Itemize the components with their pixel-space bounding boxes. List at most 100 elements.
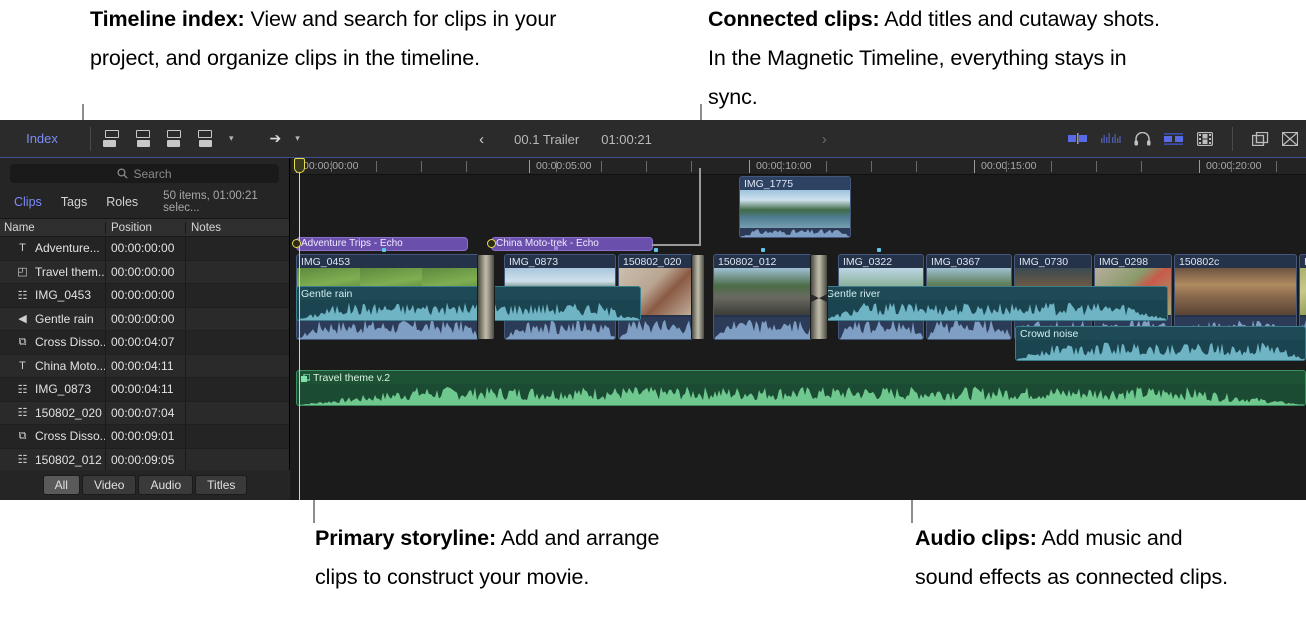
- index-row-name: 150802_020: [35, 405, 102, 420]
- clip-label: IMG_0322: [843, 256, 893, 268]
- index-row-notes: [185, 237, 289, 260]
- audio-clip[interactable]: Gentle rain: [296, 286, 641, 321]
- index-row[interactable]: ☷ 150802_012 00:00:09:05: [0, 448, 289, 472]
- index-tab-clips[interactable]: Clips: [14, 195, 42, 209]
- insert-clip-icon[interactable]: ↓: [134, 130, 153, 148]
- index-tabs: Clips Tags Roles 50 items, 01:00:21 sele…: [0, 185, 289, 218]
- clip-marker[interactable]: [877, 248, 881, 252]
- transition-clip[interactable]: [477, 254, 495, 340]
- connection-point[interactable]: [292, 239, 301, 248]
- clip-label: IMG_0367: [931, 256, 981, 268]
- final-cut-pro-timeline-window: Index ↓ ↓ ▾ ➔ ▾ ‹ 00.1 Trailer 01:00:21 …: [0, 120, 1306, 500]
- index-clip-list[interactable]: T Adventure... 00:00:00:00 ◰ Travel them... 0…: [0, 237, 289, 472]
- storyline-clip[interactable]: 150802_012: [713, 254, 819, 340]
- index-row-position: 00:00:09:01: [105, 425, 185, 448]
- timeline-index-panel: Search Clips Tags Roles 50 items, 01:00:…: [0, 158, 290, 500]
- transition-clip[interactable]: ▶◀: [810, 254, 828, 340]
- music-waveform: [297, 384, 1305, 405]
- index-row[interactable]: ◰ Travel them... 00:00:00:00: [0, 260, 289, 284]
- callout-audio-clips-title: Audio clips:: [915, 526, 1037, 550]
- connect-to-primary-storyline-icon[interactable]: [103, 130, 122, 147]
- audio-meters-icon[interactable]: [1101, 132, 1121, 146]
- ruler-tick: [749, 160, 750, 173]
- clip-marker[interactable]: [382, 248, 386, 252]
- title-clip[interactable]: China Moto-trek - Echo: [491, 237, 653, 251]
- audio-icon: ◀: [18, 313, 27, 326]
- ruler-subtick: [1096, 161, 1097, 172]
- clip-label: I...: [1300, 255, 1306, 268]
- ruler-subtick: [781, 161, 782, 172]
- video-icon: ☷: [17, 454, 28, 467]
- index-row-name: IMG_0873: [35, 382, 92, 397]
- ruler-subtick: [826, 161, 827, 172]
- ruler-subtick: [916, 161, 917, 172]
- next-project-button[interactable]: ›: [652, 131, 857, 148]
- ruler-subtick: [466, 161, 467, 172]
- clip-thumbnail: [1175, 268, 1296, 315]
- index-row-position: 00:00:00:00: [105, 307, 185, 330]
- ruler-label: 00:00:15:00: [981, 160, 1037, 172]
- index-button[interactable]: Index: [0, 131, 84, 146]
- index-row[interactable]: ☷ IMG_0453 00:00:00:00: [0, 284, 289, 308]
- callout-leader-elbow-vertical: [699, 168, 701, 246]
- index-row[interactable]: ⧉ Cross Disso... 00:00:09:01: [0, 425, 289, 449]
- filter-audio-button[interactable]: Audio: [138, 475, 194, 495]
- ruler-label: 00:00:05:00: [536, 160, 592, 172]
- audio-clip[interactable]: Crowd noise: [1015, 326, 1306, 361]
- index-row-notes: [185, 284, 289, 307]
- column-header-name[interactable]: Name: [0, 222, 105, 234]
- column-header-position[interactable]: Position: [105, 221, 185, 234]
- music-clip-label-text: Travel theme v.2: [313, 372, 391, 384]
- clip-label: Crowd noise: [1020, 328, 1079, 340]
- clip-appearance-icon[interactable]: [1068, 133, 1088, 145]
- arrow-tool-icon[interactable]: ➔: [270, 130, 282, 147]
- index-row[interactable]: T Adventure... 00:00:00:00: [0, 237, 289, 261]
- clip-marker[interactable]: [761, 248, 765, 252]
- timeline-canvas[interactable]: 00:00:00:0000:00:05:0000:00:10:0000:00:1…: [291, 158, 1306, 500]
- overwrite-clip-icon[interactable]: [196, 130, 215, 147]
- connection-point[interactable]: [487, 239, 496, 248]
- filter-all-button[interactable]: All: [42, 475, 80, 495]
- clip-marker[interactable]: [554, 246, 558, 250]
- index-row[interactable]: ⧉ Cross Disso... 00:00:04:07: [0, 331, 289, 355]
- filmstrip-icon[interactable]: [1197, 132, 1213, 146]
- music-clip-icon: [301, 373, 310, 382]
- music-clip[interactable]: Travel theme v.2: [296, 370, 1306, 406]
- playhead[interactable]: [294, 158, 305, 500]
- filter-video-button[interactable]: Video: [81, 475, 137, 495]
- ruler-subtick: [1231, 161, 1232, 172]
- title-icon: T: [19, 242, 26, 255]
- clip-label: Gentle river: [826, 288, 881, 300]
- connected-cutaway-clip[interactable]: IMG_1775: [739, 176, 851, 238]
- timeline-ruler[interactable]: 00:00:00:0000:00:05:0000:00:10:0000:00:1…: [291, 158, 1306, 175]
- index-row[interactable]: ☷ 150802_020 00:00:07:04: [0, 401, 289, 425]
- audio-clip[interactable]: Gentle river: [821, 286, 1168, 321]
- previous-project-button[interactable]: ‹: [449, 131, 514, 148]
- callout-leader-elbow-horizontal: [652, 244, 701, 246]
- filter-titles-button[interactable]: Titles: [195, 475, 248, 495]
- headphones-icon[interactable]: [1134, 132, 1151, 146]
- tool-chevron-down-icon[interactable]: ▾: [295, 133, 300, 144]
- append-to-storyline-icon[interactable]: ↓: [165, 130, 184, 148]
- clip-label: 150802_012: [718, 256, 777, 268]
- index-row-name: Travel them...: [35, 264, 105, 279]
- ruler-subtick: [646, 161, 647, 172]
- playhead-knob[interactable]: [294, 158, 305, 173]
- index-row-notes: [185, 378, 289, 401]
- audio-waveform: [1016, 340, 1305, 360]
- close-panel-icon[interactable]: [1282, 132, 1298, 146]
- search-input[interactable]: Search: [10, 164, 279, 183]
- clip-appearance-active-icon[interactable]: [1164, 133, 1184, 145]
- cross-dissolve-icon: ▶◀: [810, 291, 828, 304]
- transition-clip[interactable]: [691, 254, 705, 340]
- index-row-position: 00:00:07:04: [105, 401, 185, 424]
- index-row[interactable]: ◀ Gentle rain 00:00:00:00: [0, 307, 289, 331]
- window-layout-icon[interactable]: [1252, 132, 1269, 146]
- column-header-notes[interactable]: Notes: [185, 221, 289, 234]
- index-tab-tags[interactable]: Tags: [61, 195, 87, 209]
- chevron-down-icon[interactable]: ▾: [229, 133, 234, 144]
- index-row[interactable]: T China Moto... 00:00:04:11: [0, 354, 289, 378]
- index-tab-roles[interactable]: Roles: [106, 195, 138, 209]
- index-row[interactable]: ☷ IMG_0873 00:00:04:11: [0, 378, 289, 402]
- clip-marker[interactable]: [654, 248, 658, 252]
